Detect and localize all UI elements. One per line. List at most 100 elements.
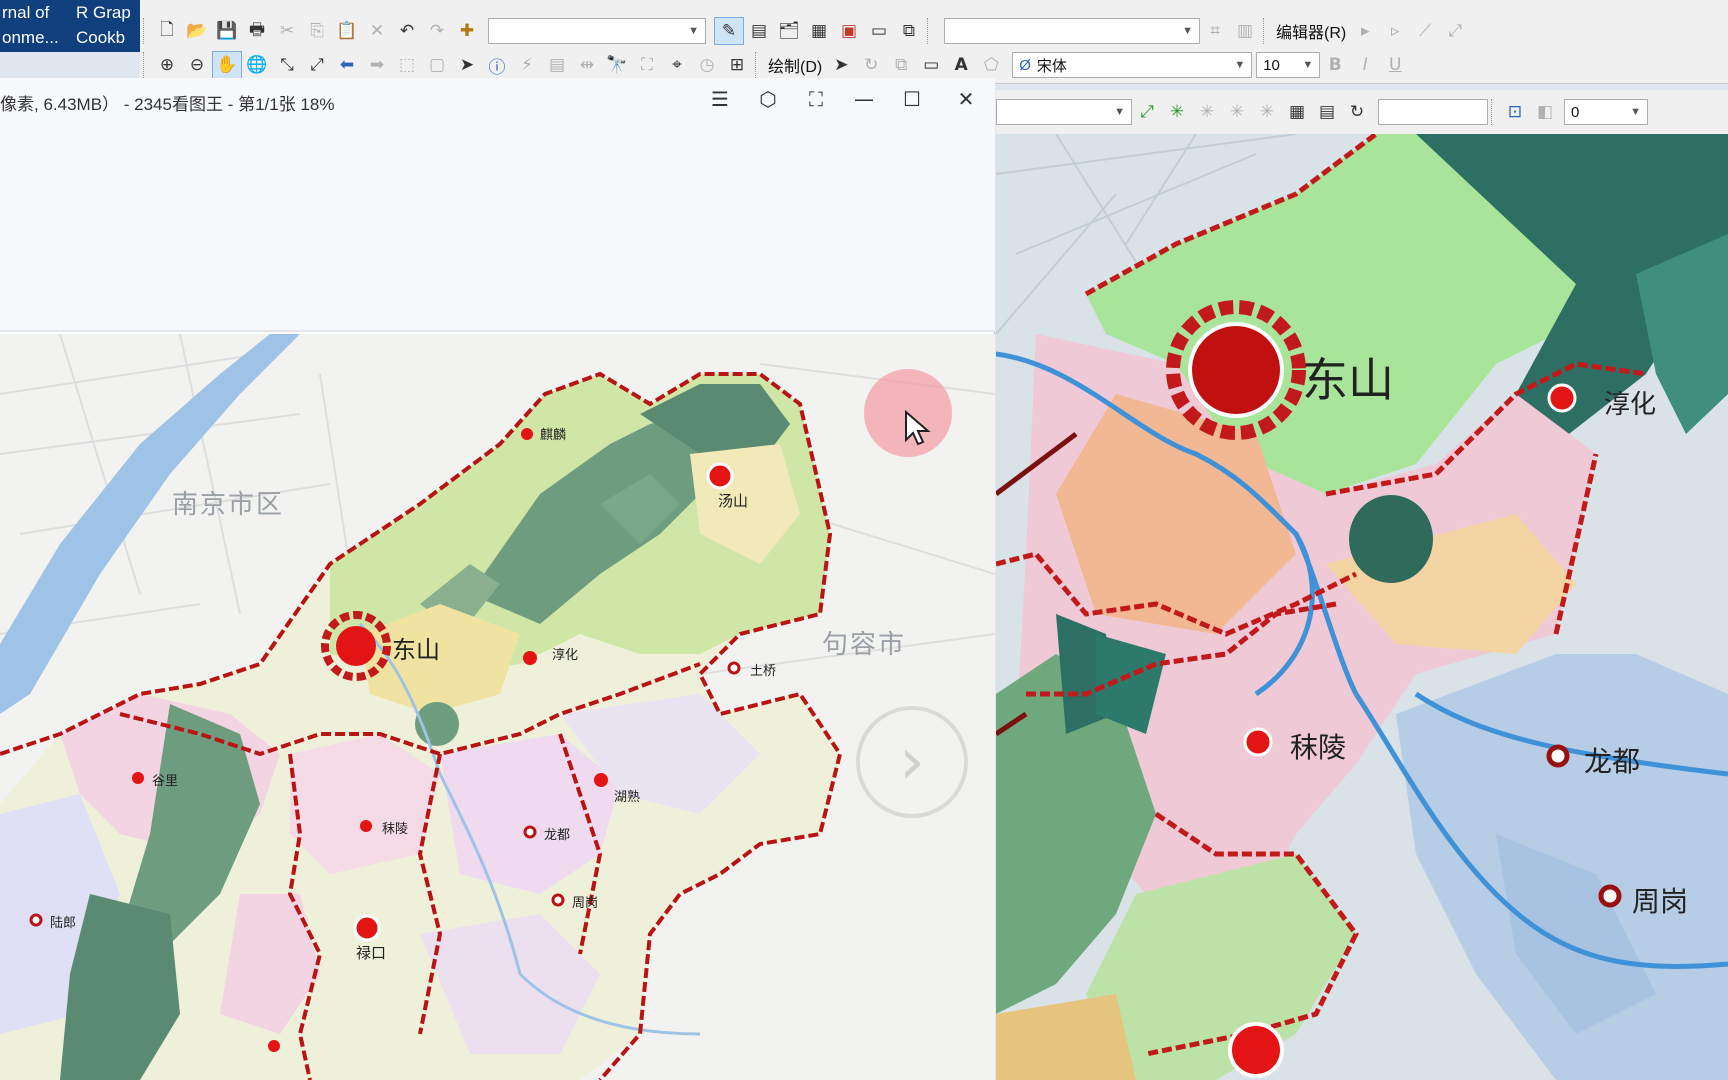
trace-icon[interactable]: ✳: [1162, 98, 1192, 126]
gis-toolbar-row-1: 🗋 📂 💾 🖶 ✂ ⎘ 📋 ✕ ↶ ↷ ✚ ▼ ✎ ▤ 🗂 ▦ ▣ ▭ ⧉ ▼ …: [140, 14, 1470, 48]
delete-icon[interactable]: ✕: [362, 17, 392, 45]
html-popup-icon[interactable]: ▤: [542, 51, 572, 79]
identify-icon[interactable]: ⓘ: [482, 51, 512, 79]
attributes-icon[interactable]: ▦: [1282, 98, 1312, 126]
sketch-properties-icon[interactable]: ▤: [1312, 98, 1342, 126]
clear-selection-icon[interactable]: ▢: [422, 51, 452, 79]
edit-vertices-icon[interactable]: ⬠: [976, 51, 1006, 79]
tangent-icon[interactable]: ✳: [1222, 98, 1252, 126]
snapping-icon[interactable]: ⌗: [1200, 17, 1230, 45]
new-document-icon[interactable]: 🗋: [152, 17, 182, 45]
select-elements-icon[interactable]: ➤: [452, 51, 482, 79]
paste-icon[interactable]: 📋: [332, 17, 362, 45]
desktop-icon-label: Cookb: [76, 28, 126, 47]
font-combo[interactable]: Ø 宋体 ▼: [1012, 52, 1253, 78]
editor-toolbar-icon[interactable]: ✎: [714, 17, 744, 45]
table-of-contents-icon[interactable]: ▤: [744, 17, 774, 45]
text-icon[interactable]: A: [946, 51, 976, 79]
redo-icon[interactable]: ↷: [422, 17, 452, 45]
viewer-title: 像素, 6.43MB） - 2345看图王 - 第1/1张 18%: [0, 95, 335, 114]
fixed-zoom-in-icon[interactable]: ⤡: [272, 51, 302, 79]
gis-map-view[interactable]: 东山 淳化 秣陵 龙都 周岗: [996, 134, 1728, 1080]
print-icon[interactable]: 🖶: [242, 17, 272, 45]
fixed-zoom-out-icon[interactable]: ⤢: [302, 51, 332, 79]
next-image-button[interactable]: ›: [856, 706, 968, 818]
target-layer-combo[interactable]: ▼: [996, 99, 1132, 125]
arctoolbox-icon[interactable]: ▣: [834, 17, 864, 45]
arc-segment-icon[interactable]: ✳: [1252, 98, 1282, 126]
zoom-in-icon[interactable]: ⊕: [152, 51, 182, 79]
midpoint-icon[interactable]: ✳: [1192, 98, 1222, 126]
font-size-combo[interactable]: 10 ▼: [1256, 52, 1321, 78]
end-point-arc-icon[interactable]: ⤢: [1440, 17, 1470, 45]
place-label-qilin: 麒麟: [540, 427, 567, 442]
gis-toolbar-row-3: ▼ ⤢ ✳ ✳ ✳ ✳ ▦ ▤ ↻ ⊡ ◧ 0 ▼: [996, 90, 1728, 134]
straight-segment-icon[interactable]: ⟋: [1410, 17, 1440, 45]
viewer-window-icon[interactable]: ⊞: [722, 51, 752, 79]
viewer-map-image[interactable]: 南京市区 句容市 麒麟 汤山 东山 淳化 土桥 谷里 湖熟 秣陵 龙都 周岗 陆…: [0, 334, 995, 1080]
pan-icon[interactable]: ✋: [212, 51, 242, 79]
search-window-icon[interactable]: ▦: [804, 17, 834, 45]
place-label-chunhua: 淳化: [552, 647, 579, 662]
viewer-title-bar[interactable]: 像素, 6.43MB） - 2345看图王 - 第1/1张 18% ☰ ⬡ ⛶ …: [0, 78, 995, 120]
zoom-to-selected-icon[interactable]: ⧉: [886, 51, 916, 79]
undo-icon[interactable]: ↶: [392, 17, 422, 45]
layer-combo[interactable]: ▼: [944, 18, 1200, 44]
desktop-icon-journal[interactable]: rnal of onme...: [2, 0, 72, 50]
skin-icon[interactable]: ⬡: [748, 84, 788, 114]
full-extent-icon[interactable]: 🌐: [242, 51, 272, 79]
histogram-icon[interactable]: ▥: [1230, 17, 1260, 45]
select-features-icon[interactable]: ⬚: [392, 51, 422, 79]
desktop-icon-label: rnal of: [2, 3, 50, 22]
python-window-icon[interactable]: ▭: [864, 17, 894, 45]
select-arrow-icon[interactable]: ➤: [826, 51, 856, 79]
find-route-icon[interactable]: ⛶: [632, 51, 662, 79]
font-name: 宋体: [1036, 57, 1067, 75]
place-label-dongshan: 东山: [392, 637, 440, 664]
drawing-menu[interactable]: 绘制(D): [764, 53, 826, 77]
point-feature-icon[interactable]: ⤢: [1132, 98, 1162, 126]
angle-input[interactable]: [1378, 99, 1488, 125]
copy-icon[interactable]: ⎘: [302, 17, 332, 45]
back-extent-icon[interactable]: ⬅: [332, 51, 362, 79]
go-to-xy-icon[interactable]: ⌖: [662, 51, 692, 79]
rotate-icon[interactable]: ↻: [856, 51, 886, 79]
rotate-tool-icon[interactable]: ↻: [1342, 98, 1372, 126]
measure-icon[interactable]: ⇹: [572, 51, 602, 79]
close-button[interactable]: ✕: [946, 84, 986, 114]
save-icon[interactable]: 💾: [212, 17, 242, 45]
font-icon: Ø: [1019, 56, 1031, 74]
find-icon[interactable]: 🔭: [602, 51, 632, 79]
editor-menu[interactable]: 编辑器(R): [1272, 19, 1350, 43]
place-label-moling: 秣陵: [382, 821, 409, 836]
cut-icon[interactable]: ✂: [272, 17, 302, 45]
layer-icon[interactable]: ◧: [1530, 98, 1560, 126]
menu-icon[interactable]: ☰: [700, 84, 740, 114]
italic-button[interactable]: I: [1350, 51, 1380, 79]
hyperlink-icon[interactable]: ⚡: [512, 51, 542, 79]
add-data-icon[interactable]: ✚: [452, 17, 482, 45]
edit-annotation-icon[interactable]: ▹: [1380, 17, 1410, 45]
desktop-icon-r-graphics[interactable]: R Grap Cookb: [76, 0, 146, 50]
maximize-button[interactable]: ☐: [892, 84, 932, 114]
edit-tool-icon[interactable]: ▸: [1350, 17, 1380, 45]
gis-label-dongshan: 东山: [1302, 354, 1394, 406]
toolbar-separator: [927, 18, 933, 44]
zoom-out-icon[interactable]: ⊖: [182, 51, 212, 79]
place-label-tangshan: 汤山: [718, 493, 749, 510]
time-slider-icon[interactable]: ◷: [692, 51, 722, 79]
model-builder-icon[interactable]: ⧉: [894, 17, 924, 45]
toolbar-separator: [143, 18, 149, 44]
underline-button[interactable]: U: [1380, 51, 1410, 79]
forward-extent-icon[interactable]: ➡: [362, 51, 392, 79]
minimize-button[interactable]: —: [844, 84, 884, 114]
scale-combo[interactable]: ▼: [488, 18, 706, 44]
rectangle-icon[interactable]: ▭: [916, 51, 946, 79]
catalog-icon[interactable]: 🗂: [774, 17, 804, 45]
value-combo[interactable]: 0 ▼: [1564, 99, 1648, 125]
bold-button[interactable]: B: [1320, 51, 1350, 79]
open-folder-icon[interactable]: 📂: [182, 17, 212, 45]
georef-icon[interactable]: ⊡: [1500, 98, 1530, 126]
fullscreen-icon[interactable]: ⛶: [796, 84, 836, 114]
screen: rnal of onme... R Grap Cookb 🗋 📂 💾 🖶 ✂ ⎘…: [0, 0, 1728, 1080]
